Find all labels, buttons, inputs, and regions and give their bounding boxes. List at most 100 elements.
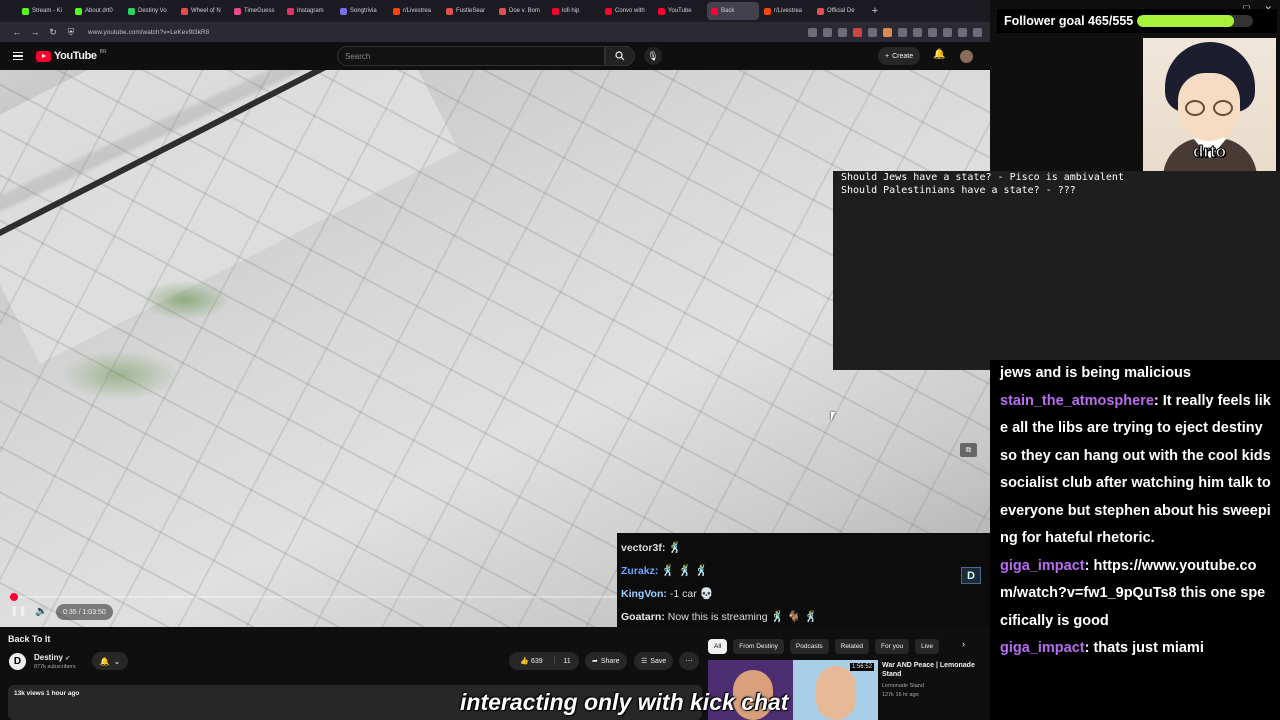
youtube-header: YouTube BR Search 🎙 + Create 🔔 — [0, 42, 990, 70]
chip-live[interactable]: Live — [915, 639, 940, 654]
extension-icon[interactable] — [898, 27, 907, 37]
tab-favicon-icon — [340, 7, 347, 15]
follower-goal-label: Follower goal 465/555 — [1004, 14, 1134, 28]
extension-icon[interactable] — [808, 27, 817, 37]
channel-name[interactable]: Destiny ✔ — [34, 653, 70, 662]
browser-tab[interactable]: r/Livestrea — [760, 2, 812, 20]
hamburger-menu-icon[interactable] — [13, 51, 23, 61]
tab-label: Doe v. Bom — [509, 8, 540, 14]
subscribed-bell-button[interactable]: 🔔 ⌄ — [92, 652, 128, 670]
download-icon[interactable] — [913, 27, 922, 37]
browser-tab[interactable]: Destiny Vo — [124, 2, 176, 20]
share-button[interactable]: ➦ Share — [585, 652, 627, 670]
browser-tab[interactable]: TimeGuess — [230, 2, 282, 20]
chip-all[interactable]: All — [708, 639, 728, 654]
forward-icon[interactable]: → — [26, 27, 44, 37]
account-avatar[interactable] — [960, 50, 973, 63]
url-field[interactable]: www.youtube.com/watch?v=LeKev9t3kR8 — [88, 29, 808, 36]
chat-message: giga_impact: https://www.youtube.com/wat… — [1000, 557, 1266, 629]
browser-tab[interactable]: Instagram — [283, 2, 335, 20]
follower-goal-fill — [1137, 15, 1235, 27]
volume-icon[interactable]: 🔊 — [35, 606, 47, 617]
stream-chat: jews and is being malicious stain_the_at… — [990, 360, 1280, 720]
progress-bar[interactable] — [9, 593, 620, 601]
create-label: Create — [892, 52, 914, 60]
tab-label: YouTube — [668, 8, 692, 14]
browser-tab[interactable]: About drt0 — [71, 2, 123, 20]
save-icon: ☰ — [641, 658, 648, 665]
video-frame-grass — [140, 280, 230, 320]
chip-related[interactable]: Related — [834, 639, 870, 654]
share-icon: ➦ — [592, 658, 598, 665]
recommended-video-title[interactable]: War AND Peace | Lemonade Stand — [882, 661, 982, 679]
vtuber-avatar: drto — [1143, 38, 1276, 171]
reload-icon[interactable]: ↻ — [44, 27, 62, 38]
more-actions-button[interactable]: ⋯ — [679, 652, 699, 670]
browser-tab[interactable]: Official De — [813, 2, 865, 20]
search-button[interactable] — [605, 46, 635, 66]
extension-icon[interactable] — [823, 27, 832, 37]
tab-label: About drt0 — [85, 8, 113, 14]
browser-tab[interactable]: Back — [707, 2, 759, 20]
tab-favicon-icon — [287, 7, 294, 15]
star-icon[interactable] — [838, 27, 847, 37]
avatar-name: drto — [1192, 142, 1227, 162]
follower-goal: Follower goal 465/555 — [997, 9, 1277, 33]
plus-icon: + — [885, 52, 890, 60]
browser-tab[interactable]: Convo with — [601, 2, 653, 20]
chip-from-destiny[interactable]: From Destiny — [733, 639, 784, 654]
overlay-line: Should Jews have a state? - Pisco is amb… — [841, 172, 1124, 183]
tab-label: Back — [721, 8, 735, 14]
tab-label: Official De — [827, 8, 855, 14]
extension-icon[interactable] — [883, 27, 892, 37]
miniplayer-icon[interactable]: ⧉ — [960, 443, 977, 457]
chat-text: thats just miami — [1093, 640, 1204, 656]
video-duration: 1:56:52 — [849, 663, 874, 671]
chevron-right-icon[interactable]: › — [962, 639, 965, 649]
search-input[interactable]: Search — [337, 46, 605, 66]
chat-message: giga_impact: thats just miami — [1000, 640, 1204, 656]
extension-icon[interactable] — [958, 27, 967, 37]
tab-favicon-icon — [817, 7, 824, 15]
recommended-meta: 127k 16 hr ago — [882, 692, 919, 698]
browser-tab[interactable]: Doe v. Bom — [495, 2, 547, 20]
new-tab-icon[interactable]: + — [866, 5, 884, 17]
kick-chat-message: Zurakz: 🕺 🕺 🕺 — [621, 560, 986, 583]
save-button[interactable]: ☰ Save — [634, 652, 674, 670]
browser-tab[interactable]: Stream - Ki — [18, 2, 70, 20]
browser-tab[interactable]: FustleSear — [442, 2, 494, 20]
pause-icon[interactable]: ❚❚ — [10, 606, 27, 617]
tab-favicon-icon — [234, 7, 241, 15]
progress-handle[interactable] — [9, 593, 18, 601]
chat-text: It really feels like all the libs are tr… — [1000, 392, 1271, 547]
create-button[interactable]: + Create — [878, 47, 921, 65]
browser-tab[interactable]: Wheel of N — [177, 2, 229, 20]
extension-icon[interactable] — [928, 27, 937, 37]
browser-tab[interactable]: lofi hip — [548, 2, 600, 20]
channel-avatar[interactable]: D — [9, 653, 26, 670]
chat-username: giga_impact — [1000, 557, 1085, 574]
shield-icon[interactable]: ⛨ — [62, 27, 80, 38]
microphone-icon[interactable]: 🎙 — [644, 47, 662, 65]
youtube-logo[interactable]: YouTube BR — [36, 49, 107, 62]
browser-tab[interactable]: Songtrivia — [336, 2, 388, 20]
extension-icon[interactable] — [868, 27, 877, 37]
comment-count[interactable]: 11 — [555, 658, 579, 665]
chip-for-you[interactable]: For you — [875, 639, 910, 654]
back-icon[interactable]: ← — [8, 27, 26, 37]
browser-tab[interactable]: r/Livestrea — [389, 2, 441, 20]
view-count: 13k views 1 hour ago — [14, 690, 80, 697]
kick-chat-message: Goatarn: Now this is streaming 🕺 🐐 🕺 — [621, 606, 986, 629]
kick-username: Zurakz: — [621, 565, 659, 577]
tab-favicon-icon — [552, 7, 559, 15]
chip-podcasts[interactable]: Podcasts — [789, 639, 829, 654]
like-button[interactable]: 👍 639 — [509, 657, 555, 665]
browser-tab[interactable]: YouTube — [654, 2, 706, 20]
menu-icon[interactable] — [973, 27, 982, 37]
more-icon: ⋯ — [685, 658, 693, 665]
extension-icon[interactable] — [943, 27, 952, 37]
extension-icon[interactable] — [853, 27, 862, 37]
chat-username: stain_the_atmosphere — [1000, 392, 1154, 409]
tab-label: Wheel of N — [191, 8, 221, 14]
notifications-bell-icon[interactable]: 🔔 — [933, 49, 945, 60]
